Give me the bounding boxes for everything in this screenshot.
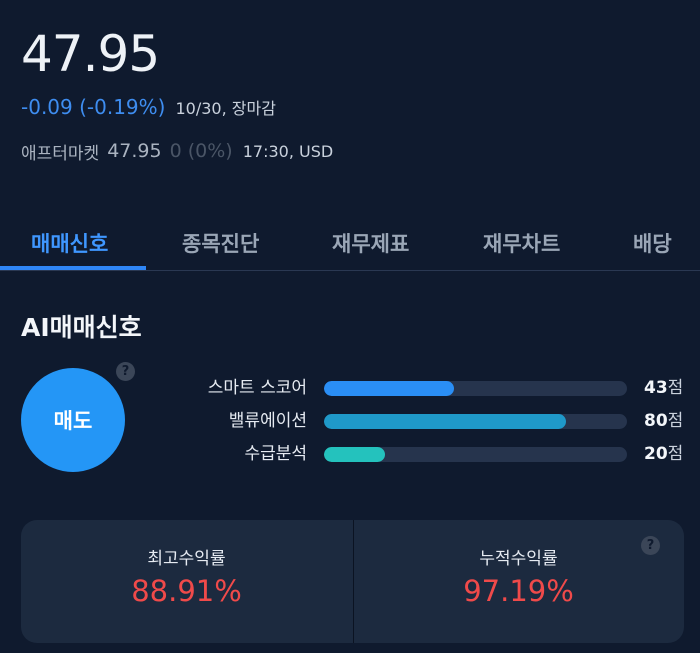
after-market-row: 애프터마켓 47.95 0 (0%) 17:30, USD [21,137,333,165]
returns-help-icon[interactable]: ? [641,536,660,555]
metric-value: 80점 [644,408,683,434]
tab-financial-chart[interactable]: 재무차트 [483,228,560,258]
market-date-status: 10/30, 장마감 [175,99,276,118]
metric-label: 수급분석 [244,444,307,464]
max-return-panel: 최고수익률 88.91% [21,520,352,643]
metric-unit: 점 [667,444,684,464]
after-market-price: 47.95 [107,140,162,162]
metric-supply-demand: 수급분석 20점 [190,441,690,467]
returns-box: 최고수익률 88.91% 누적수익률 97.19% ? [21,520,684,643]
tab-dividend[interactable]: 배당 [633,228,672,258]
metric-value: 20점 [644,441,683,467]
metric-label: 밸류에이션 [228,411,307,431]
metric-bar-fill [324,447,385,462]
metric-valuation: 밸류에이션 80점 [190,408,690,434]
metric-bar-track [324,414,627,429]
after-market-change: 0 (0%) [169,140,233,162]
signal-badge: 매도 [21,368,125,472]
metric-unit: 점 [667,411,684,431]
metric-bar-fill [324,381,455,396]
tab-stock-diagnosis[interactable]: 종목진단 [182,228,259,258]
signal-label: 매도 [53,409,93,433]
after-market-label: 애프터마켓 [21,143,100,164]
change-row: -0.09 (-0.19%) 10/30, 장마감 [21,93,276,121]
metric-value: 43점 [644,375,683,401]
max-return-label: 최고수익률 [147,549,226,569]
cumulative-return-panel: 누적수익률 97.19% [353,520,684,643]
active-tab-underline [0,266,146,270]
metric-bar-track [324,381,627,396]
cumulative-return-label: 누적수익률 [479,549,558,569]
max-return-value: 88.91% [131,574,242,608]
metric-bar-track [324,447,627,462]
tab-financial-statements[interactable]: 재무제표 [332,228,409,258]
metric-score: 80 [644,411,668,431]
metric-bar-fill [324,414,567,429]
metric-smart-score: 스마트 스코어 43점 [190,375,690,401]
metric-unit: 점 [667,378,684,398]
price: 47.95 [21,25,160,83]
tab-bar: 매매신호 종목진단 재무제표 재무차트 배당 [0,218,700,271]
after-market-time: 17:30, USD [242,141,334,161]
metric-score: 43 [644,378,668,398]
metric-label: 스마트 스코어 [207,378,307,398]
metric-score: 20 [644,444,668,464]
price-change: -0.09 (-0.19%) [21,95,166,119]
cumulative-return-value: 97.19% [463,574,574,608]
section-title: AI매매신호 [21,313,142,342]
tab-trading-signal[interactable]: 매매신호 [31,228,108,258]
signal-help-icon[interactable]: ? [116,362,135,381]
